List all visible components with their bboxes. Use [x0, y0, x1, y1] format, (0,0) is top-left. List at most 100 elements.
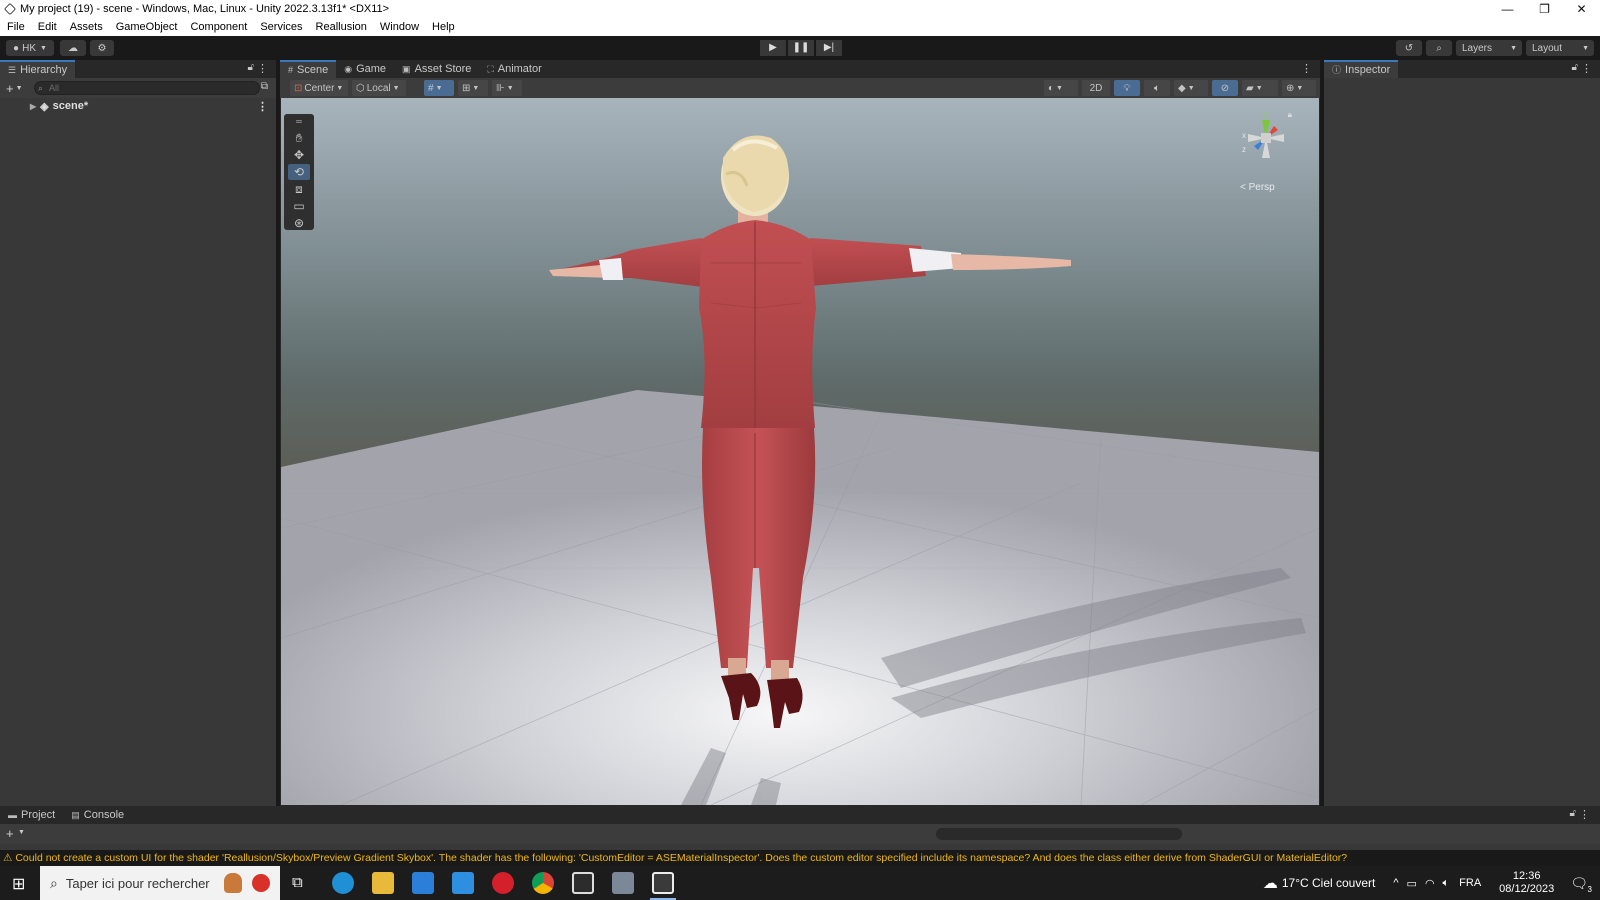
chevron-down-icon: ▼: [1582, 44, 1589, 52]
pivot-mode-dropdown[interactable]: ⊡ Center ▼: [290, 80, 348, 96]
menu-file[interactable]: File: [0, 21, 31, 33]
play-button[interactable]: ▶: [760, 40, 786, 56]
reallusion-app-icon[interactable]: [612, 872, 634, 894]
lighting-toggle-button[interactable]: 💡︎: [1114, 80, 1140, 96]
chevron-down-icon: ▼: [435, 84, 443, 92]
tab-hierarchy[interactable]: ☰ Hierarchy: [0, 60, 76, 78]
language-indicator[interactable]: FRA: [1459, 877, 1481, 889]
more-menu-icon[interactable]: ⋮: [257, 62, 268, 75]
draw-mode-dropdown[interactable]: ◐ ▼: [1044, 80, 1078, 96]
status-bar[interactable]: ⚠ Could not create a custom UI for the s…: [0, 850, 1600, 866]
collab-button[interactable]: ⚙: [90, 40, 114, 56]
tab-asset-store[interactable]: ▣ Asset Store: [394, 60, 479, 78]
lock-icon[interactable]: 🔓︎: [248, 62, 254, 73]
grid-snapping-button[interactable]: ⊞ ▼: [458, 80, 488, 96]
local-space-icon: ⬡: [356, 82, 365, 94]
menu-help[interactable]: Help: [425, 21, 461, 33]
increment-snap-button[interactable]: ⊪ ▼: [492, 80, 522, 96]
network-icon[interactable]: ▭: [1407, 877, 1417, 890]
scene-visibility-icon[interactable]: ⧉: [261, 81, 268, 92]
weather-text[interactable]: 17°C Ciel couvert: [1282, 876, 1376, 890]
mail-icon[interactable]: [452, 872, 474, 894]
status-message: Could not create a custom UI for the sha…: [15, 852, 1348, 864]
gizmos-dropdown[interactable]: ⊕ ▼: [1282, 80, 1316, 96]
maximize-button[interactable]: ❐: [1526, 0, 1563, 18]
orientation-gizmo[interactable]: y x z 🔒︎ < Persp: [1234, 108, 1298, 198]
effects-dropdown[interactable]: ◆ ▼: [1174, 80, 1208, 96]
scene-viewport[interactable]: ═ ✋︎ ✥ ⟲ ⧈ ▭ ⊛ y x z 🔒︎ < Persp: [281, 98, 1319, 805]
file-explorer-icon[interactable]: [372, 872, 394, 894]
edge-browser-icon[interactable]: [332, 872, 354, 894]
account-dropdown[interactable]: ● HK ▼: [6, 40, 54, 56]
cloud-button[interactable]: ☁: [60, 40, 86, 56]
notification-count: 3: [1587, 884, 1592, 894]
tab-console[interactable]: ▤ Console: [63, 806, 132, 824]
more-menu-icon[interactable]: ⋮: [1581, 62, 1592, 75]
chrome-browser-icon[interactable]: [532, 872, 554, 894]
expand-arrow-icon[interactable]: ▶: [30, 102, 36, 111]
step-button[interactable]: ▶|: [816, 40, 842, 56]
tab-scene[interactable]: # Scene: [280, 60, 337, 78]
minimize-button[interactable]: —: [1489, 0, 1526, 18]
windows-start-icon[interactable]: ⊞: [12, 874, 25, 894]
hand-tool-icon[interactable]: ✋︎: [288, 130, 310, 146]
add-asset-button[interactable]: +: [6, 826, 14, 841]
taskbar-search-input[interactable]: ⌕ Taper ici pour rechercher: [40, 866, 280, 900]
pause-button[interactable]: ❚❚: [788, 40, 814, 56]
transform-tool-icon[interactable]: ⊛: [288, 215, 310, 231]
menu-component[interactable]: Component: [183, 21, 253, 33]
more-menu-icon[interactable]: ⋮: [1301, 62, 1312, 75]
tab-asset-store-label: Asset Store: [414, 63, 472, 75]
scene-more-icon[interactable]: ⋮: [257, 100, 268, 113]
unity-hub-icon[interactable]: [572, 872, 594, 894]
close-button[interactable]: ✕: [1563, 0, 1600, 18]
unity-editor-icon[interactable]: [652, 872, 674, 894]
clock[interactable]: 12:36 08/12/2023: [1499, 870, 1554, 896]
menu-window[interactable]: Window: [373, 21, 425, 33]
rotate-tool-icon[interactable]: ⟲: [288, 164, 310, 180]
task-view-icon[interactable]: ⧉: [292, 874, 303, 891]
search-button[interactable]: ⌕: [1426, 40, 1452, 56]
projection-label[interactable]: < Persp: [1240, 182, 1275, 193]
wifi-icon[interactable]: ◠: [1425, 877, 1435, 890]
tab-project[interactable]: ▬ Project: [0, 806, 63, 824]
menu-reallusion[interactable]: Reallusion: [309, 21, 373, 33]
add-object-button[interactable]: +: [6, 81, 14, 96]
rect-tool-icon[interactable]: ▭: [288, 198, 310, 214]
hierarchy-list-icon: ☰: [8, 65, 17, 75]
hierarchy-row-scene[interactable]: ▶ ◈ scene* ⋮: [0, 98, 276, 114]
drag-handle-icon[interactable]: ═: [288, 114, 310, 130]
notification-icon[interactable]: 🗨︎ 3: [1570, 875, 1592, 894]
menu-edit[interactable]: Edit: [31, 21, 63, 33]
layers-dropdown[interactable]: Layers ▼: [1456, 40, 1522, 56]
menu-services[interactable]: Services: [253, 21, 308, 33]
tab-animator[interactable]: ⛶ Animator: [479, 60, 549, 78]
lock-icon[interactable]: 🔓︎: [1570, 808, 1576, 819]
tab-game[interactable]: ◉ Game: [336, 60, 394, 78]
history-button[interactable]: ↺: [1396, 40, 1422, 56]
camera-settings-dropdown[interactable]: ▰ ▼: [1242, 80, 1278, 96]
tab-inspector[interactable]: ⓘ Inspector: [1324, 60, 1399, 78]
more-menu-icon[interactable]: ⋮: [1579, 808, 1590, 821]
effects-layers-icon: ◆: [1178, 82, 1186, 94]
project-panel: ▬ Project ▤ Console 🔓︎ ⋮ + ▼: [0, 806, 1600, 850]
lock-icon[interactable]: 🔒︎: [1288, 110, 1292, 120]
warning-icon: ⚠: [3, 852, 13, 864]
lock-icon[interactable]: 🔓︎: [1572, 62, 1578, 73]
toggle-2d-button[interactable]: 2D: [1082, 80, 1110, 96]
layout-dropdown[interactable]: Layout ▼: [1526, 40, 1594, 56]
menu-gameobject[interactable]: GameObject: [109, 21, 184, 33]
hierarchy-search-input[interactable]: ⌕ All: [34, 81, 260, 95]
move-tool-icon[interactable]: ✥: [288, 147, 310, 163]
opera-browser-icon[interactable]: [492, 872, 514, 894]
pivot-rotation-dropdown[interactable]: ⬡ Local ▼: [352, 80, 406, 96]
grid-visibility-button[interactable]: # ▼: [424, 80, 454, 96]
project-search-input[interactable]: [936, 828, 1182, 840]
scale-tool-icon[interactable]: ⧈: [288, 181, 310, 197]
audio-toggle-button[interactable]: 🔈︎: [1144, 80, 1170, 96]
volume-icon[interactable]: 🔈︎: [1443, 877, 1450, 890]
chevron-up-icon[interactable]: ^: [1393, 877, 1398, 889]
microsoft-store-icon[interactable]: [412, 872, 434, 894]
menu-assets[interactable]: Assets: [63, 21, 109, 33]
hidden-objects-toggle[interactable]: ⊘: [1212, 80, 1238, 96]
